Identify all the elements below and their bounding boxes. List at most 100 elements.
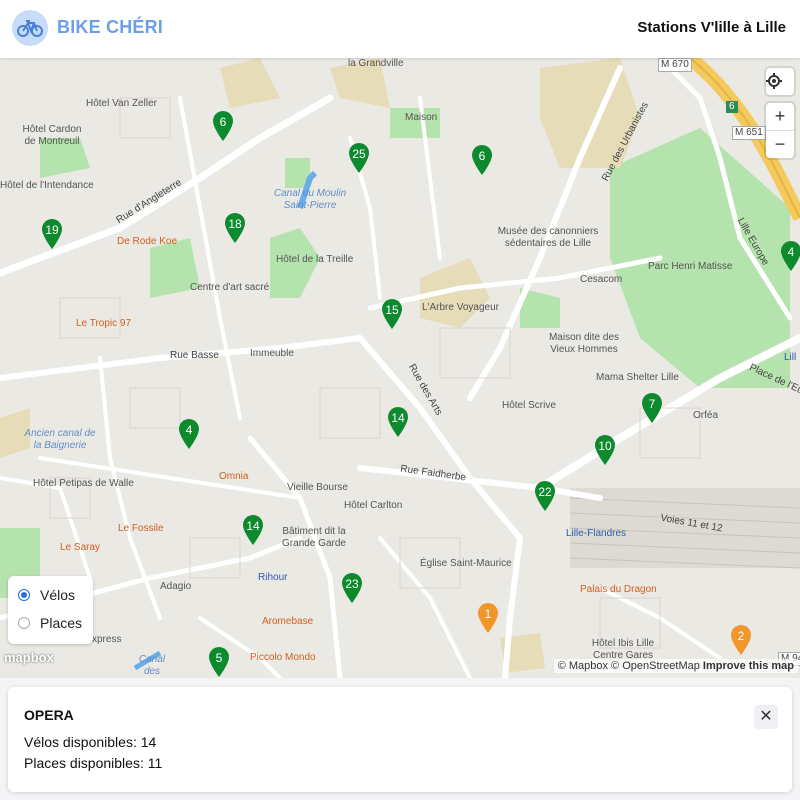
zoom-out-button[interactable]: −: [766, 131, 794, 158]
green-station-marker[interactable]: 10: [594, 434, 616, 466]
close-button[interactable]: ✕: [754, 705, 778, 729]
marker-count: 14: [391, 411, 405, 425]
place-label: la Grandville: [348, 58, 404, 69]
place-label: Omnia: [219, 471, 249, 482]
green-station-marker[interactable]: 4: [178, 418, 200, 450]
green-station-marker[interactable]: 14: [387, 406, 409, 438]
marker-count: 4: [185, 423, 193, 437]
road-shield-m651: M 651: [732, 126, 766, 140]
green-station-marker[interactable]: 7: [641, 392, 663, 424]
place-label: Adagio: [160, 581, 192, 592]
place-label: Palais du Dragon: [580, 584, 657, 595]
station-panel: OPERA ✕ Vélos disponibles: 14 Places dis…: [8, 687, 792, 792]
place-label: Hôtel Van Zeller: [86, 98, 157, 109]
marker-count: 23: [345, 577, 359, 591]
place-label: Canal du Moulin Saint-Pierre: [273, 188, 347, 211]
street-label: Rue Basse: [170, 350, 219, 361]
brand-name[interactable]: BIKE CHÉRI: [57, 17, 163, 38]
station-name: OPERA: [24, 707, 74, 723]
radio-places[interactable]: Places: [18, 614, 93, 634]
orange-station-marker[interactable]: 1: [477, 602, 499, 634]
places-available: Places disponibles: 11: [24, 755, 163, 771]
zoom-control: + −: [766, 103, 794, 158]
marker-count: 14: [246, 519, 260, 533]
green-station-marker[interactable]: 19: [41, 218, 63, 250]
place-label: De Rode Koe: [117, 236, 178, 247]
place-label: Parc Henri Matisse: [648, 261, 733, 272]
place-label: Immeuble: [250, 348, 294, 359]
place-label: Cesacom: [580, 274, 623, 285]
place-label: Le Saray: [60, 542, 101, 553]
marker-count: 15: [385, 303, 399, 317]
place-label: Hôtel de la Treille: [276, 254, 354, 265]
place-label: Hôtel Cardon de Montreuil: [22, 124, 82, 147]
place-label: Lille-Flandres: [566, 528, 627, 539]
place-label: Maison dite des Vieux Hommes: [548, 332, 620, 355]
orange-station-marker[interactable]: 2: [730, 624, 752, 656]
green-station-marker[interactable]: 22: [534, 480, 556, 512]
green-station-marker[interactable]: 5: [208, 646, 230, 678]
road-shield-m670: M 670: [658, 58, 692, 72]
place-label: Orféa: [693, 410, 719, 421]
locate-icon[interactable]: [766, 68, 794, 95]
green-station-marker[interactable]: 4: [780, 240, 800, 272]
marker-count: 6: [478, 149, 486, 163]
green-station-marker[interactable]: 6: [471, 144, 493, 176]
radio-button[interactable]: [18, 617, 30, 629]
marker-count: 7: [648, 397, 656, 411]
green-station-marker[interactable]: 6: [212, 110, 234, 142]
page-title: Stations V'lille à Lille: [637, 19, 786, 36]
place-label: L'Arbre Voyageur: [422, 302, 499, 313]
place-label: Hôtel Scrive: [502, 400, 556, 411]
bikes-available: Vélos disponibles: 14: [24, 734, 157, 750]
place-label: Maison: [405, 112, 438, 123]
marker-count: 4: [787, 245, 795, 259]
road-shield-6: 6: [726, 101, 738, 113]
marker-count: 22: [538, 485, 552, 499]
marker-count: 18: [228, 217, 242, 231]
place-label: Centre d'art sacré: [190, 282, 270, 293]
place-label: Mama Shelter Lille: [596, 372, 679, 383]
app-header: BIKE CHÉRI Stations V'lille à Lille: [0, 0, 800, 58]
map-attribution: © Mapbox © OpenStreetMap Improve this ma…: [553, 659, 798, 673]
radio-velos[interactable]: Vélos: [18, 586, 93, 606]
map-base: [0, 58, 800, 678]
place-label: Aromebase: [262, 616, 314, 627]
marker-count: 5: [215, 651, 223, 665]
place-label: Lill: [784, 352, 797, 363]
place-label: Canal des Jésuites: [138, 654, 166, 677]
green-station-marker[interactable]: 23: [341, 572, 363, 604]
place-label: Le Tropic 97: [76, 318, 132, 329]
place-label: xpress: [92, 634, 122, 645]
place-label: Hôtel de l'Intendance: [0, 180, 94, 191]
place-label: Hôtel Petipas de Walle: [33, 478, 134, 489]
green-station-marker[interactable]: 14: [242, 514, 264, 546]
place-label: Le Fossile: [118, 523, 164, 534]
mapbox-logo[interactable]: mapbox: [4, 650, 54, 665]
green-station-marker[interactable]: 18: [224, 212, 246, 244]
attribution-text[interactable]: © Mapbox © OpenStreetMap: [558, 660, 700, 672]
radio-button-checked[interactable]: [18, 589, 30, 601]
marker-count: 19: [45, 223, 59, 237]
zoom-in-button[interactable]: +: [766, 103, 794, 131]
map-view[interactable]: M 670 M 651 6 M 941 Rue d'Angleterre Rue…: [0, 58, 800, 678]
improve-map-link[interactable]: Improve this map: [703, 660, 794, 672]
place-label: Rihour: [258, 572, 288, 583]
marker-count: 25: [352, 147, 366, 161]
green-station-marker[interactable]: 15: [381, 298, 403, 330]
marker-count: 6: [219, 115, 227, 129]
place-label: Vieille Bourse: [287, 482, 348, 493]
bike-logo-icon[interactable]: [12, 10, 48, 46]
place-label: Hôtel Carlton: [344, 500, 403, 511]
place-label: Piccolo Mondo: [250, 652, 316, 663]
place-label: Musée des canonniers sédentaires de Lill…: [497, 226, 599, 249]
marker-count: 2: [737, 629, 745, 643]
radio-label: Vélos: [40, 587, 76, 603]
radio-label: Places: [40, 615, 83, 631]
marker-count: 1: [484, 607, 492, 621]
layer-toggle: Vélos Places: [8, 576, 93, 644]
place-label: Bâtiment dit la Grande Garde: [282, 526, 346, 549]
place-label: Ancien canal de la Baignerie: [24, 428, 96, 451]
place-label: Église Saint-Maurice: [420, 558, 512, 569]
green-station-marker[interactable]: 25: [348, 142, 370, 174]
